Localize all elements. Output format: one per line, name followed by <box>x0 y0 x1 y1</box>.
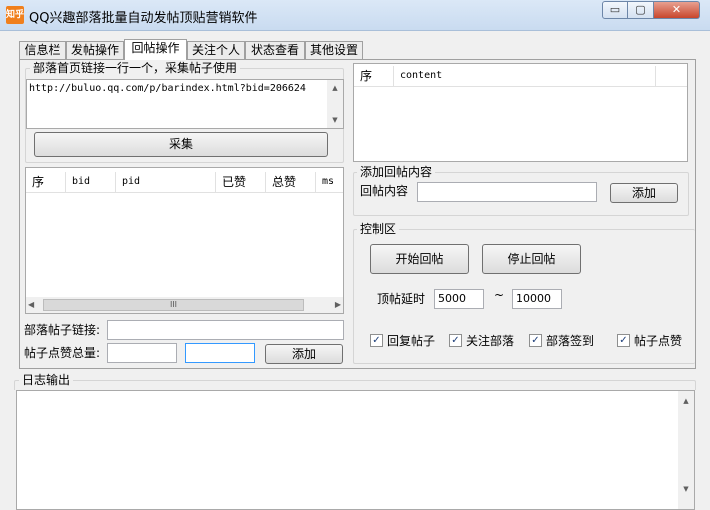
content-table[interactable]: 序 content <box>353 63 688 162</box>
collect-group: 部落首页链接一行一个，采集帖子使用 http://buluo.qq.com/p/… <box>25 61 344 163</box>
collect-group-label: 部落首页链接一行一个，采集帖子使用 <box>30 61 241 75</box>
checkbox-reply-post-box[interactable]: ✓ <box>370 334 383 347</box>
posts-hscrollbar[interactable]: ◀ III ▶ <box>26 297 343 313</box>
checkbox-follow-tribe-label: 关注部落 <box>466 334 515 348</box>
delay-label: 顶帖延时 <box>377 292 426 306</box>
collect-button[interactable]: 采集 <box>34 132 328 157</box>
col-header-bid[interactable]: bid <box>66 172 116 192</box>
reply-content-label: 回帖内容 <box>360 184 409 198</box>
col-header-index[interactable]: 序 <box>26 172 66 192</box>
barindex-url-textarea[interactable]: http://buluo.qq.com/p/barindex.html?bid=… <box>26 79 344 129</box>
control-group-label: 控制区 <box>357 222 400 236</box>
content-col-header-index[interactable]: 序 <box>354 66 394 86</box>
likes-second-input[interactable] <box>185 343 255 363</box>
hscroll-thumb[interactable]: III <box>43 299 304 311</box>
add-reply-content-button[interactable]: 添加 <box>610 183 678 203</box>
maximize-button[interactable]: ▢ <box>628 1 654 19</box>
tab-settings[interactable]: 其他设置 <box>305 41 363 59</box>
control-group: 控制区 开始回帖 停止回帖 顶帖延时 5000 ~ 10000 ✓ 回复帖子 ✓… <box>353 222 695 364</box>
reply-content-group-label: 添加回帖内容 <box>357 165 436 179</box>
checkbox-post-like-label: 帖子点赞 <box>634 334 683 348</box>
tab-post[interactable]: 发帖操作 <box>66 41 124 59</box>
tab-info[interactable]: 信息栏 <box>19 41 66 59</box>
delay-min-input[interactable]: 5000 <box>434 289 484 309</box>
scroll-up-icon[interactable]: ▲ <box>327 80 343 96</box>
title-bar[interactable]: 知乎 QQ兴趣部落批量自动发帖顶贴营销软件 ▭ ▢ ✕ <box>0 0 710 31</box>
delay-max-input[interactable]: 10000 <box>512 289 562 309</box>
close-button[interactable]: ✕ <box>654 1 700 19</box>
window-title: QQ兴趣部落批量自动发帖顶贴营销软件 <box>29 11 258 26</box>
tab-reply[interactable]: 回帖操作 <box>124 39 187 60</box>
reply-content-input[interactable] <box>417 182 597 202</box>
url-vscrollbar[interactable]: ▲ ▼ <box>327 80 343 128</box>
posts-table-header: 序 bid pid 已赞 总赞 ms <box>26 172 343 193</box>
checkbox-tribe-checkin-label: 部落签到 <box>546 334 595 348</box>
start-reply-button[interactable]: 开始回帖 <box>370 244 469 274</box>
checkbox-tribe-checkin[interactable]: ✓ 部落签到 <box>529 332 594 349</box>
log-group-label: 日志输出 <box>19 373 74 387</box>
content-table-header: 序 content <box>354 66 687 87</box>
tab-follow[interactable]: 关注个人 <box>187 41 245 59</box>
post-link-input[interactable] <box>107 320 344 340</box>
app-logo-icon: 知乎 <box>6 6 24 24</box>
tab-status[interactable]: 状态查看 <box>245 41 305 59</box>
minimize-button[interactable]: ▭ <box>602 1 628 19</box>
log-scroll-down-icon[interactable]: ▼ <box>678 481 694 497</box>
scroll-left-icon[interactable]: ◀ <box>28 297 34 313</box>
delay-separator: ~ <box>494 288 505 302</box>
log-scroll-up-icon[interactable]: ▲ <box>678 393 694 409</box>
checkbox-follow-tribe-box[interactable]: ✓ <box>449 334 462 347</box>
app-window: 知乎 QQ兴趣部落批量自动发帖顶贴营销软件 ▭ ▢ ✕ 信息栏 发帖操作 回帖操… <box>0 0 710 510</box>
checkbox-post-like[interactable]: ✓ 帖子点赞 <box>617 332 682 349</box>
col-header-pid[interactable]: pid <box>116 172 216 192</box>
log-vscrollbar[interactable]: ▲ ▼ <box>678 391 694 509</box>
scroll-right-icon[interactable]: ▶ <box>335 297 341 313</box>
post-link-label: 部落帖子链接: <box>24 323 101 337</box>
checkbox-follow-tribe[interactable]: ✓ 关注部落 <box>449 332 514 349</box>
checkbox-reply-post-label: 回复帖子 <box>387 334 436 348</box>
col-header-ms[interactable]: ms <box>316 172 343 192</box>
stop-reply-button[interactable]: 停止回帖 <box>482 244 581 274</box>
reply-content-group: 添加回帖内容 回帖内容 添加 <box>353 165 689 216</box>
scroll-down-icon[interactable]: ▼ <box>327 112 343 128</box>
likes-total-label: 帖子点赞总量: <box>24 346 101 360</box>
posts-table[interactable]: 序 bid pid 已赞 总赞 ms ◀ III ▶ <box>25 167 344 314</box>
checkbox-post-like-box[interactable]: ✓ <box>617 334 630 347</box>
col-header-liked[interactable]: 已赞 <box>216 172 266 192</box>
add-likes-button[interactable]: 添加 <box>265 344 343 364</box>
col-header-total-likes[interactable]: 总赞 <box>266 172 316 192</box>
barindex-url-text: http://buluo.qq.com/p/barindex.html?bid=… <box>29 83 306 94</box>
reply-tab-panel: 部落首页链接一行一个，采集帖子使用 http://buluo.qq.com/p/… <box>19 59 696 369</box>
checkbox-tribe-checkin-box[interactable]: ✓ <box>529 334 542 347</box>
checkbox-reply-post[interactable]: ✓ 回复帖子 <box>370 332 435 349</box>
likes-total-input[interactable] <box>107 343 177 363</box>
log-output-textarea[interactable]: ▲ ▼ <box>16 390 695 510</box>
log-group: 日志输出 <box>14 373 696 390</box>
content-col-header-content[interactable]: content <box>394 66 656 86</box>
